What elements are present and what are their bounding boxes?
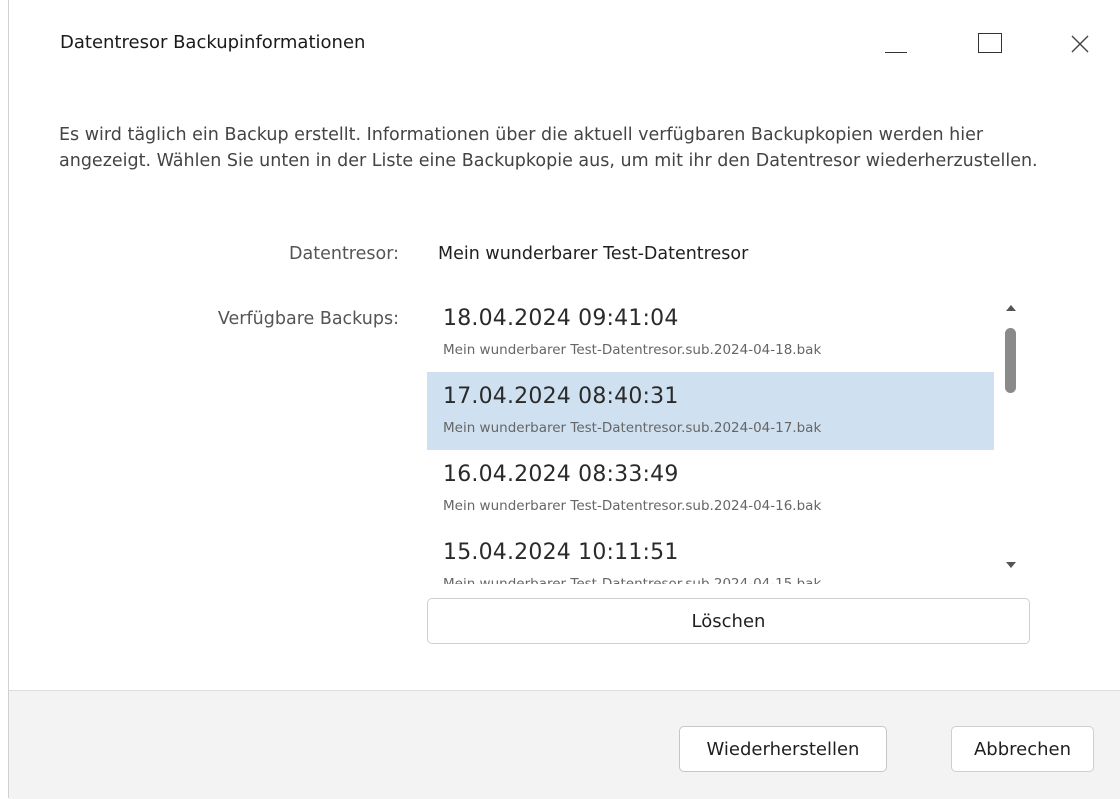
backups-label: Verfügbare Backups: xyxy=(217,309,399,329)
list-item-selected[interactable]: 17.04.2024 08:40:31 Mein wunderbarer Tes… xyxy=(427,372,994,450)
backup-date: 17.04.2024 08:40:31 xyxy=(443,384,679,409)
backup-date: 18.04.2024 09:41:04 xyxy=(443,306,679,331)
close-button[interactable] xyxy=(1058,22,1106,68)
vault-name: Mein wunderbarer Test-Datentresor xyxy=(438,244,749,264)
minimize-icon xyxy=(885,52,907,53)
dialog-window: Datentresor Backupinformationen Es wird … xyxy=(8,0,1120,799)
list-item[interactable]: 15.04.2024 10:11:51 Mein wunderbarer Tes… xyxy=(427,528,994,584)
maximize-button[interactable] xyxy=(969,22,1017,68)
backup-file: Mein wunderbarer Test-Datentresor.sub.20… xyxy=(443,498,822,514)
maximize-icon xyxy=(978,33,1002,53)
backup-file: Mein wunderbarer Test-Datentresor.sub.20… xyxy=(443,576,822,584)
list-item[interactable]: 16.04.2024 08:33:49 Mein wunderbarer Tes… xyxy=(427,450,994,528)
scroll-down-arrow-icon[interactable] xyxy=(1006,562,1016,568)
backup-date: 16.04.2024 08:33:49 xyxy=(443,462,679,487)
backup-file: Mein wunderbarer Test-Datentresor.sub.20… xyxy=(443,420,822,436)
vault-label: Datentresor: xyxy=(289,244,399,264)
backup-date: 15.04.2024 10:11:51 xyxy=(443,540,679,565)
minimize-button[interactable] xyxy=(873,22,921,68)
description-text: Es wird täglich ein Backup erstellt. Inf… xyxy=(59,125,1038,171)
cancel-button[interactable]: Abbrechen xyxy=(951,726,1094,772)
list-item[interactable]: 18.04.2024 09:41:04 Mein wunderbarer Tes… xyxy=(427,294,994,372)
delete-button[interactable]: Löschen xyxy=(427,598,1030,644)
scrollbar-thumb[interactable] xyxy=(1005,328,1016,393)
title-bar: Datentresor Backupinformationen xyxy=(9,0,1120,90)
window-title: Datentresor Backupinformationen xyxy=(60,32,366,53)
backup-list[interactable]: 18.04.2024 09:41:04 Mein wunderbarer Tes… xyxy=(427,294,1027,584)
restore-button[interactable]: Wiederherstellen xyxy=(679,726,887,772)
backup-file: Mein wunderbarer Test-Datentresor.sub.20… xyxy=(443,342,822,358)
close-icon xyxy=(1071,35,1089,53)
scroll-up-arrow-icon[interactable] xyxy=(1006,305,1016,311)
